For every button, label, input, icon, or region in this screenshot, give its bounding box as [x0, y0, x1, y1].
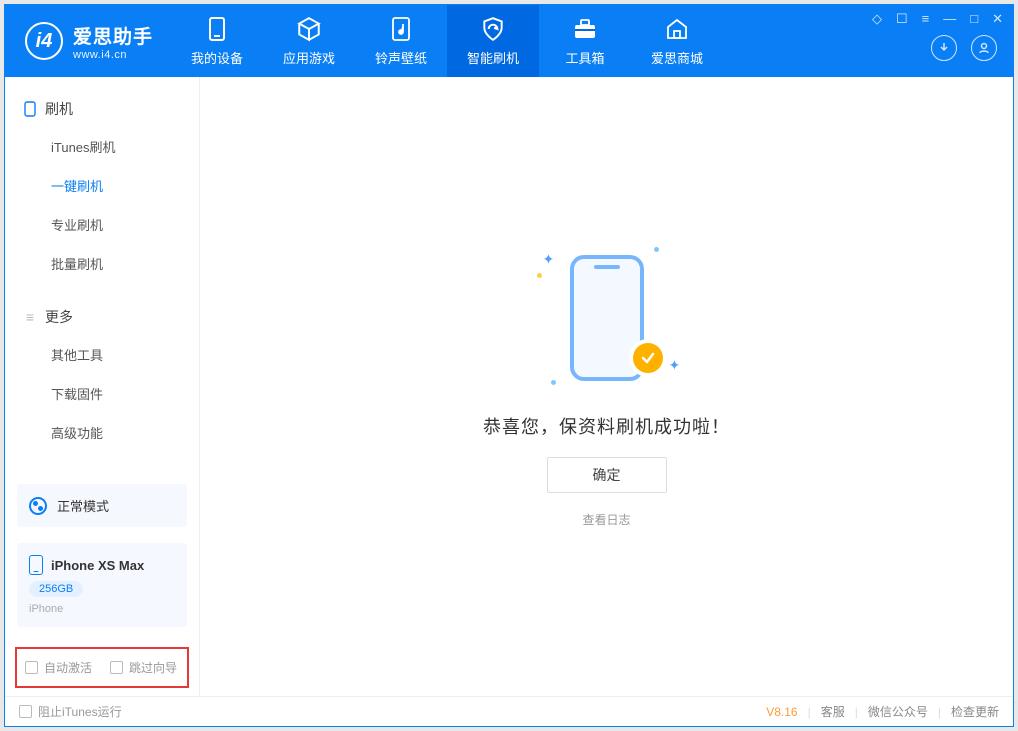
shield-sync-icon — [480, 16, 506, 42]
phone-icon — [204, 16, 230, 42]
title-actions — [931, 35, 1003, 61]
sparkle-icon: ✦ — [543, 251, 551, 259]
cube-icon — [296, 16, 322, 42]
separator: | — [855, 705, 858, 719]
titlebar-right: ◇ ☐ ≡ — □ ✕ — [872, 5, 1013, 77]
phone-small-icon — [29, 555, 43, 575]
tab-label: 智能刷机 — [467, 48, 519, 67]
success-message: 恭喜您，保资料刷机成功啦！ — [483, 413, 730, 439]
device-outline-icon — [23, 102, 37, 116]
tab-label: 我的设备 — [191, 48, 243, 67]
sidebar-item-oneclick-flash[interactable]: 一键刷机 — [5, 166, 199, 205]
download-button[interactable] — [931, 35, 957, 61]
separator: | — [808, 705, 811, 719]
mode-card[interactable]: 正常模式 — [17, 484, 187, 527]
device-card[interactable]: iPhone XS Max 256GB iPhone — [17, 543, 187, 627]
menu-icon[interactable]: ≡ — [922, 11, 930, 27]
brand-text: 爱思助手 www.i4.cn — [73, 22, 153, 61]
sparkle-icon: ✦ — [669, 357, 677, 365]
device-row: iPhone XS Max — [29, 555, 175, 575]
tab-apps-games[interactable]: 应用游戏 — [263, 5, 355, 77]
window-controls: ◇ ☐ ≡ — □ ✕ — [872, 11, 1003, 27]
sidebar-item-download-firmware[interactable]: 下载固件 — [5, 374, 199, 413]
brand-logo-icon: i4 — [25, 22, 63, 60]
sidebar-item-pro-flash[interactable]: 专业刷机 — [5, 205, 199, 244]
checkbox-auto-activate[interactable]: 自动激活 — [25, 659, 92, 676]
tab-ringtone-wallpaper[interactable]: 铃声壁纸 — [355, 5, 447, 77]
mode-label: 正常模式 — [57, 496, 109, 515]
music-file-icon — [388, 16, 414, 42]
store-icon — [664, 16, 690, 42]
dot-icon — [654, 247, 659, 252]
tab-my-device[interactable]: 我的设备 — [171, 5, 263, 77]
brand-title: 爱思助手 — [73, 22, 153, 49]
footer-link-support[interactable]: 客服 — [821, 703, 845, 720]
account-button[interactable] — [971, 35, 997, 61]
footer-link-update[interactable]: 检查更新 — [951, 703, 999, 720]
dot-icon — [551, 380, 556, 385]
checkbox-skip-wizard[interactable]: 跳过向导 — [110, 659, 177, 676]
sidebar-item-batch-flash[interactable]: 批量刷机 — [5, 244, 199, 283]
footer-link-wechat[interactable]: 微信公众号 — [868, 703, 928, 720]
close-icon[interactable]: ✕ — [992, 11, 1003, 27]
checkbox-icon — [110, 661, 123, 674]
checkbox-icon — [25, 661, 38, 674]
tab-smart-flash[interactable]: 智能刷机 — [447, 5, 539, 77]
sidebar-group-label: 刷机 — [45, 99, 73, 119]
brand: i4 爱思助手 www.i4.cn — [5, 5, 171, 77]
ok-button[interactable]: 确定 — [547, 457, 667, 493]
checkbox-label: 跳过向导 — [129, 659, 177, 676]
success-illustration: ✦ ✦ — [537, 245, 677, 395]
checkbox-label: 阻止iTunes运行 — [38, 703, 122, 720]
statusbar: 阻止iTunes运行 V8.16 | 客服 | 微信公众号 | 检查更新 — [5, 696, 1013, 726]
app-body: 刷机 iTunes刷机 一键刷机 专业刷机 批量刷机 ≡ 更多 其他工具 下载固… — [5, 77, 1013, 696]
version-label: V8.16 — [766, 705, 797, 719]
tab-label: 铃声壁纸 — [375, 48, 427, 67]
main-tabs: 我的设备 应用游戏 铃声壁纸 智能刷机 — [171, 5, 723, 77]
titlebar: i4 爱思助手 www.i4.cn 我的设备 应用游戏 铃声壁纸 — [5, 5, 1013, 77]
app-window: i4 爱思助手 www.i4.cn 我的设备 应用游戏 铃声壁纸 — [4, 4, 1014, 727]
brand-subtitle: www.i4.cn — [73, 49, 153, 61]
mode-icon — [29, 497, 47, 515]
sidebar-group-more: ≡ 更多 — [5, 299, 199, 335]
sidebar-group-flash: 刷机 — [5, 91, 199, 127]
dot-icon — [537, 273, 542, 278]
feedback-icon[interactable]: ☐ — [896, 11, 908, 27]
footer-right: V8.16 | 客服 | 微信公众号 | 检查更新 — [766, 703, 999, 720]
tab-label: 爱思商城 — [651, 48, 703, 67]
checkbox-block-itunes[interactable]: 阻止iTunes运行 — [19, 703, 122, 720]
checkbox-icon — [19, 705, 32, 718]
device-capacity: 256GB — [29, 581, 83, 597]
bottom-options-highlight: 自动激活 跳过向导 — [15, 647, 189, 688]
tab-label: 工具箱 — [566, 48, 605, 67]
main-content: ✦ ✦ 恭喜您，保资料刷机成功啦！ 确定 查看日志 — [200, 77, 1013, 696]
maximize-icon[interactable]: □ — [970, 11, 978, 27]
separator: | — [938, 705, 941, 719]
success-badge-icon — [629, 339, 667, 377]
sidebar-item-other-tools[interactable]: 其他工具 — [5, 335, 199, 374]
toolbox-icon — [572, 16, 598, 42]
checkbox-label: 自动激活 — [44, 659, 92, 676]
sidebar-group-label: 更多 — [45, 307, 73, 327]
device-name: iPhone XS Max — [51, 558, 144, 573]
list-icon: ≡ — [23, 310, 37, 324]
device-type: iPhone — [29, 603, 175, 615]
sidebar-item-itunes-flash[interactable]: iTunes刷机 — [5, 127, 199, 166]
skin-icon[interactable]: ◇ — [872, 11, 882, 27]
sidebar: 刷机 iTunes刷机 一键刷机 专业刷机 批量刷机 ≡ 更多 其他工具 下载固… — [5, 77, 200, 696]
tab-toolbox[interactable]: 工具箱 — [539, 5, 631, 77]
sidebar-item-advanced[interactable]: 高级功能 — [5, 413, 199, 452]
tab-label: 应用游戏 — [283, 48, 335, 67]
tab-store[interactable]: 爱思商城 — [631, 5, 723, 77]
minimize-icon[interactable]: — — [943, 11, 956, 27]
view-log-link[interactable]: 查看日志 — [582, 511, 630, 528]
